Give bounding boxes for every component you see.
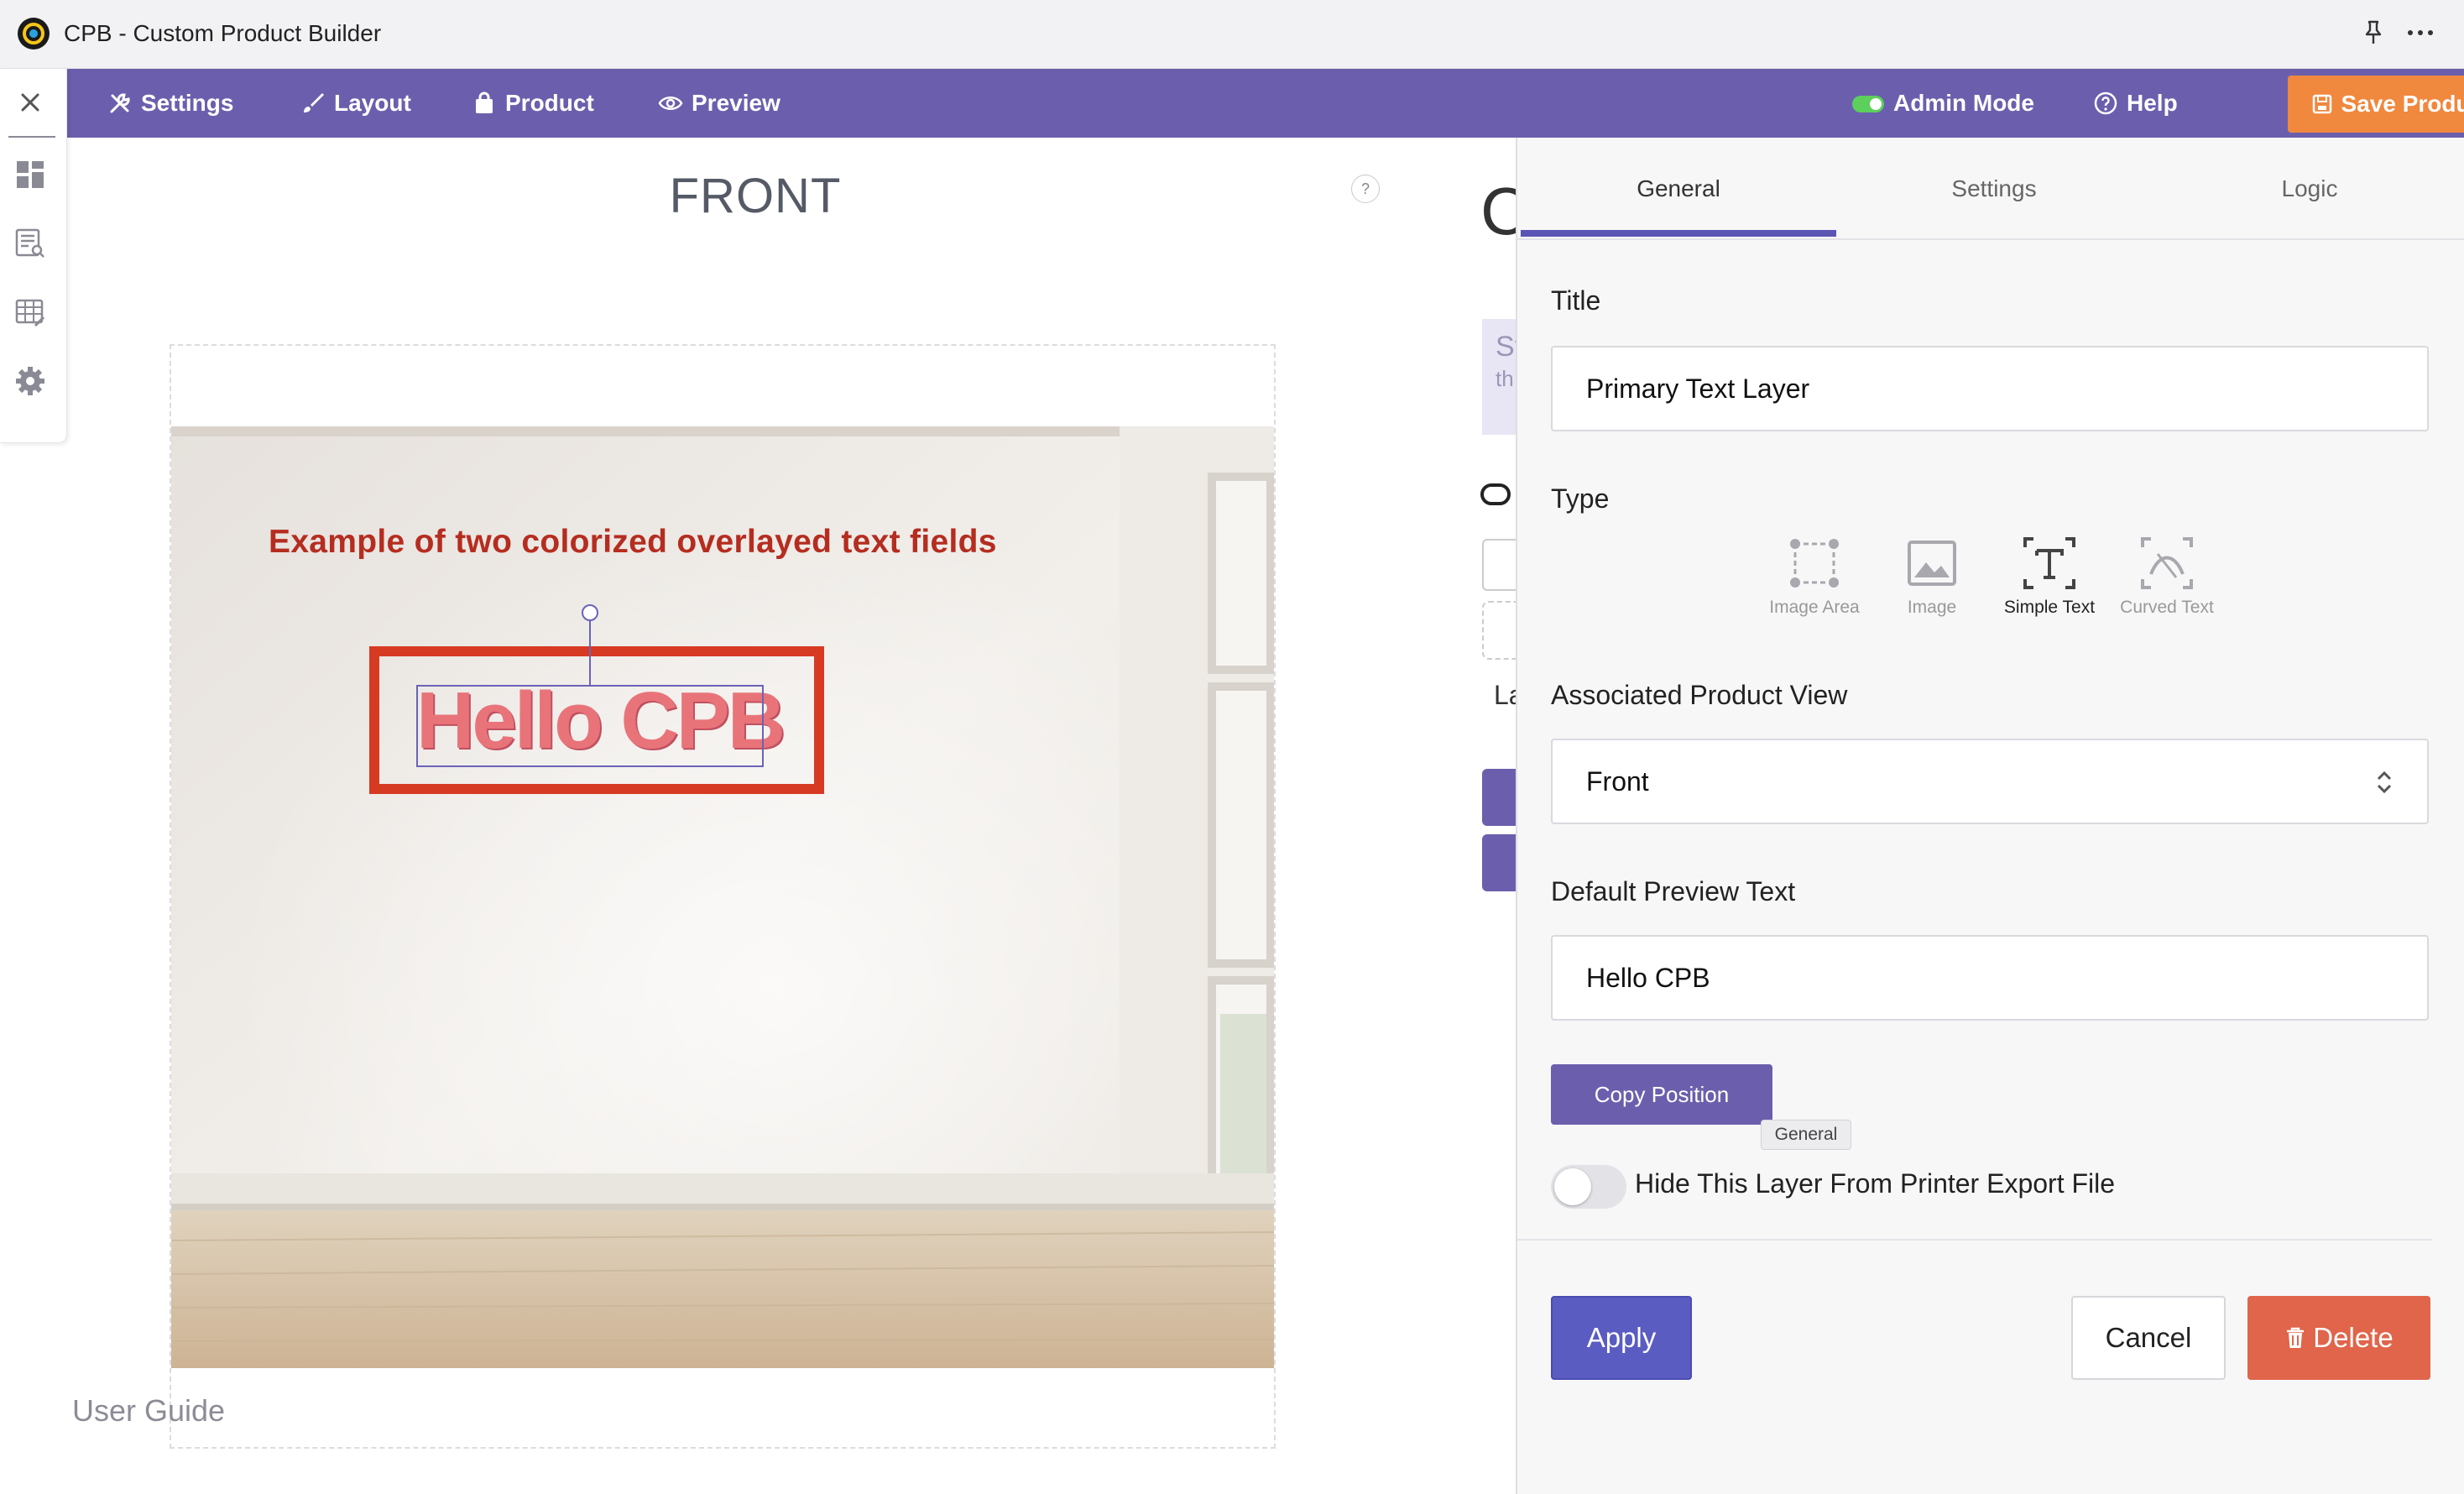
rotate-handle[interactable] — [582, 604, 598, 621]
type-curved-text[interactable]: Curved Text — [2108, 535, 2226, 618]
type-image-area-label: Image Area — [1769, 598, 1860, 617]
panel-divider — [1517, 1239, 2432, 1241]
window-titlebar: CPB - Custom Product Builder — [0, 0, 2464, 69]
admin-mode-label: Admin Mode — [1893, 90, 2034, 116]
associated-view-value: Front — [1586, 765, 1649, 797]
preview-text-input[interactable]: Hello CPB — [1551, 935, 2429, 1021]
hidden-search-input[interactable] — [1482, 539, 1516, 591]
type-image[interactable]: Image — [1873, 535, 1991, 618]
active-tab-indicator — [1521, 230, 1836, 237]
brush-icon — [304, 93, 324, 112]
left-toolbar — [0, 69, 67, 443]
image-area-icon — [1790, 539, 1839, 588]
nav-layout[interactable]: Layout — [300, 69, 411, 138]
panel-tabs: General Settings Logic — [1517, 138, 2464, 240]
simple-text-icon — [2023, 537, 2075, 589]
tools-icon — [110, 93, 130, 113]
nav-product-label: Product — [505, 90, 594, 116]
type-simple-text-label: Simple Text — [2003, 598, 2096, 617]
tooltip: General — [1761, 1120, 1851, 1150]
window-title: CPB - Custom Product Builder — [64, 20, 382, 46]
admin-mode-toggle[interactable]: Admin Mode — [1851, 69, 2034, 138]
dashboard-icon — [17, 161, 44, 188]
type-image-area[interactable]: Image Area — [1756, 535, 1873, 618]
grid-edit-icon — [15, 299, 45, 327]
type-simple-text[interactable]: Simple Text — [1991, 535, 2108, 618]
pin-icon[interactable] — [2360, 18, 2387, 47]
nav-help-label: Help — [2127, 90, 2178, 116]
toggle-on-icon — [1852, 96, 1884, 112]
trash-icon — [2287, 1327, 2305, 1348]
save-product-button[interactable]: Save Product — [2288, 76, 2464, 133]
view-title: FRONT — [669, 169, 842, 223]
type-image-label: Image — [1907, 598, 1957, 617]
copy-position-button[interactable]: Copy Position — [1551, 1064, 1772, 1125]
nav-help[interactable]: Help — [2093, 69, 2178, 138]
nav-settings-label: Settings — [141, 90, 234, 116]
hidden-info-subtext: th — [1496, 366, 1514, 391]
toggle-knob — [1554, 1168, 1591, 1205]
gear-icon — [16, 367, 44, 395]
type-curved-text-label: Curved Text — [2120, 598, 2214, 617]
tab-general[interactable]: General — [1521, 138, 1836, 240]
hide-from-export-toggle[interactable] — [1551, 1165, 1626, 1209]
delete-label: Delete — [2313, 1322, 2394, 1353]
help-circle-icon — [2094, 91, 2117, 115]
type-label: Type — [1551, 483, 1610, 514]
nav-preview[interactable]: Preview — [658, 69, 780, 138]
hidden-button-1[interactable] — [1482, 769, 1516, 826]
user-guide-link[interactable]: User Guide — [72, 1393, 225, 1429]
nav-settings[interactable]: Settings — [107, 69, 233, 138]
associated-view-label: Associated Product View — [1551, 680, 1848, 710]
title-input[interactable]: Primary Text Layer — [1551, 346, 2429, 431]
rail-divider — [8, 136, 55, 138]
app-logo-icon — [18, 18, 50, 50]
nav-preview-label: Preview — [692, 90, 780, 116]
list-search-icon — [15, 228, 44, 258]
eye-icon — [658, 97, 683, 110]
close-icon — [21, 93, 39, 112]
nav-layout-label: Layout — [334, 90, 411, 116]
hidden-drop-zone[interactable] — [1482, 601, 1516, 660]
curved-text-icon — [2141, 537, 2193, 589]
preview-text-label: Default Preview Text — [1551, 876, 1796, 906]
nav-product[interactable]: Product — [472, 69, 594, 138]
dashboard-button[interactable] — [12, 156, 49, 193]
save-icon — [2312, 94, 2331, 114]
hidden-button-2[interactable] — [1482, 834, 1516, 891]
hide-from-export-label: Hide This Layer From Printer Export File — [1635, 1168, 2116, 1199]
image-icon — [1908, 541, 1956, 586]
more-options-icon[interactable] — [2405, 20, 2435, 45]
canvas-help-icon[interactable]: ? — [1351, 175, 1380, 203]
title-label: Title — [1551, 285, 1601, 316]
save-product-label: Save Product — [2341, 91, 2464, 117]
selection-box[interactable] — [416, 685, 764, 767]
room-background-image — [171, 426, 1274, 1368]
grid-edit-button[interactable] — [12, 294, 49, 331]
cancel-button[interactable]: Cancel — [2071, 1296, 2226, 1380]
settings-button[interactable] — [12, 363, 49, 400]
shopping-bag-icon — [476, 91, 493, 113]
list-search-button[interactable] — [12, 225, 49, 262]
tab-logic[interactable]: Logic — [2152, 138, 2464, 240]
tab-settings[interactable]: Settings — [1836, 138, 2152, 240]
hidden-toggle[interactable] — [1480, 483, 1511, 505]
delete-button[interactable]: Delete — [2247, 1296, 2430, 1380]
apply-button[interactable]: Apply — [1551, 1296, 1692, 1380]
close-button[interactable] — [12, 84, 49, 121]
associated-view-select[interactable]: Front — [1551, 739, 2429, 824]
canvas-caption: Example of two colorized overlayed text … — [269, 524, 997, 560]
main-navbar: Settings Layout Product Preview Admin Mo… — [67, 69, 2464, 138]
select-arrows-icon — [2377, 771, 2392, 794]
layer-editor-panel: General Settings Logic Title Primary Tex… — [1516, 138, 2464, 1494]
